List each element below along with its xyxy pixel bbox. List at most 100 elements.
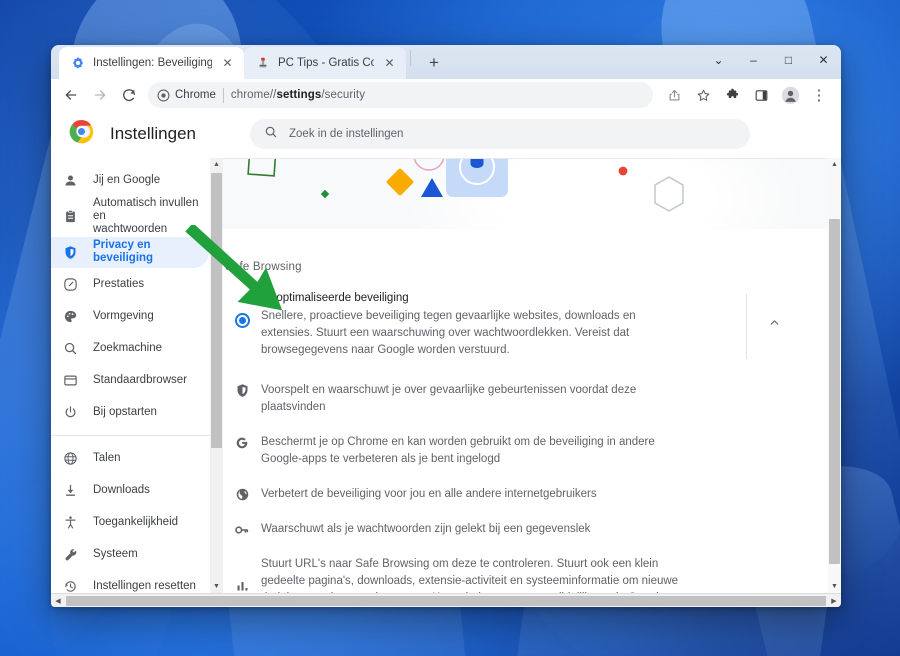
- illustration-green-diamond: [319, 187, 331, 205]
- globe-shield-icon: [223, 486, 261, 502]
- chrome-logo-icon: [69, 119, 94, 149]
- settings-body: Jij en Google Automatisch invullen en wa…: [51, 157, 841, 593]
- key-icon: [223, 521, 261, 538]
- speedometer-icon: [62, 277, 79, 292]
- side-panel-icon[interactable]: [747, 81, 775, 109]
- horizontal-scroll-track[interactable]: [65, 594, 827, 608]
- settings-sidebar: Jij en Google Automatisch invullen en wa…: [51, 157, 223, 593]
- scroll-down-arrow-icon[interactable]: ▼: [828, 580, 841, 593]
- browser-menu-icon[interactable]: ⋮: [805, 81, 833, 109]
- detail-row: Verbetert de beveiliging voor jou en all…: [223, 477, 802, 512]
- tab-strip: Instellingen: Beveiliging ✕ PC Tips - Gr…: [51, 45, 841, 80]
- settings-gear-icon: [71, 56, 85, 70]
- scroll-up-arrow-icon[interactable]: ▲: [210, 158, 223, 171]
- address-bar-url: chrome//settings/security: [231, 89, 365, 101]
- sidebar-scroll-thumb[interactable]: [211, 172, 222, 448]
- content-scroll-track[interactable]: [828, 171, 841, 580]
- tab-close-icon[interactable]: ✕: [220, 56, 235, 71]
- illustration-square-outline: [245, 158, 285, 190]
- sidebar-item-talen[interactable]: Talen: [51, 443, 209, 474]
- content-scroll-thumb[interactable]: [829, 218, 840, 564]
- safe-browsing-illustration: [223, 157, 828, 229]
- settings-search-input[interactable]: Zoek in de instellingen: [250, 119, 751, 150]
- back-button[interactable]: [57, 81, 85, 109]
- shield-icon: [62, 245, 79, 260]
- globe-icon: [62, 451, 79, 466]
- tab-close-icon[interactable]: ✕: [382, 56, 397, 71]
- profile-icon[interactable]: [776, 81, 804, 109]
- url-path-bold: settings: [276, 89, 322, 102]
- sidebar-item-label: Automatisch invullen en wachtwoorden: [93, 196, 199, 235]
- page-title: Instellingen: [110, 124, 197, 144]
- minimize-button[interactable]: –: [736, 45, 771, 75]
- sidebar-scrollbar[interactable]: ▲ ▼: [210, 157, 223, 593]
- sidebar-divider: [51, 434, 223, 436]
- option-title: Geoptimaliseerde beveiliging: [261, 291, 409, 304]
- forward-button[interactable]: [86, 81, 114, 109]
- address-bar[interactable]: Chrome chrome//settings/security: [148, 82, 653, 109]
- window-controls: ⌄ – □ ✕: [701, 45, 841, 79]
- chevron-up-icon[interactable]: [768, 316, 781, 332]
- sidebar-item-autofill[interactable]: Automatisch invullen en wachtwoorden: [51, 197, 209, 236]
- detail-text: Waarschuwt als je wachtwoorden zijn gele…: [261, 522, 591, 535]
- tab-pc-tips[interactable]: PC Tips - Gratis Computer Tips, ✕: [244, 47, 406, 80]
- sidebar-item-jij-en-google[interactable]: Jij en Google: [51, 165, 209, 196]
- scroll-down-arrow-icon[interactable]: ▼: [210, 580, 223, 593]
- tab-settings-beveiliging[interactable]: Instellingen: Beveiliging ✕: [59, 47, 244, 80]
- puzzle-icon[interactable]: [718, 81, 746, 109]
- url-path-rest: /security: [321, 89, 366, 102]
- illustration-yellow-diamond: [383, 165, 417, 204]
- detail-text: Stuurt URL's naar Safe Browsing om deze …: [261, 557, 679, 593]
- sidebar-item-label: Standaardbrowser: [93, 373, 187, 386]
- sidebar-item-prestaties[interactable]: Prestaties: [51, 269, 209, 300]
- bookmark-star-icon[interactable]: [689, 81, 717, 109]
- accessibility-icon: [62, 515, 79, 530]
- browser-window: Instellingen: Beveiliging ✕ PC Tips - Gr…: [51, 45, 841, 607]
- reload-button[interactable]: [115, 81, 143, 109]
- sidebar-item-bij-opstarten[interactable]: Bij opstarten: [51, 397, 209, 428]
- section-title-safe-browsing: Safe Browsing: [225, 260, 302, 273]
- bar-chart-icon: [223, 556, 261, 593]
- scroll-up-arrow-icon[interactable]: ▲: [828, 158, 841, 171]
- sidebar-item-label: Toegankelijkheid: [93, 515, 179, 528]
- sidebar-item-label: Jij en Google: [93, 173, 161, 186]
- search-icon: [264, 125, 278, 144]
- pctips-site-icon: [256, 56, 270, 70]
- palette-icon: [62, 309, 79, 324]
- detail-row: Waarschuwt als je wachtwoorden zijn gele…: [223, 512, 802, 547]
- enhanced-protection-radio[interactable]: [234, 312, 250, 328]
- collapse-column[interactable]: [746, 293, 802, 359]
- new-tab-button[interactable]: +: [421, 49, 447, 75]
- google-g-icon: [223, 434, 261, 451]
- chrome-chip-label: Chrome: [175, 89, 216, 102]
- illustration-gray-hexagon: [651, 175, 687, 218]
- horizontal-scroll-thumb[interactable]: [66, 595, 826, 606]
- tab-search-chevron-icon[interactable]: ⌄: [701, 45, 736, 75]
- settings-search-placeholder: Zoek in de instellingen: [289, 128, 404, 141]
- sidebar-item-label: Talen: [93, 451, 121, 464]
- enhanced-protection-option[interactable]: Geoptimaliseerde beveiliging Snellere, p…: [223, 273, 802, 359]
- safe-browsing-panel: Safe Browsing Geoptimaliseerde beveiligi…: [223, 229, 828, 593]
- chrome-icon: [157, 89, 170, 102]
- illustration-blue-triangle: [419, 175, 445, 204]
- scroll-left-arrow-icon[interactable]: ◀: [51, 594, 65, 608]
- detail-row: Stuurt URL's naar Safe Browsing om deze …: [223, 547, 802, 593]
- sidebar-scroll-track[interactable]: [210, 171, 223, 580]
- sidebar-item-systeem[interactable]: Systeem: [51, 539, 209, 570]
- sidebar-item-label: Vormgeving: [93, 309, 154, 322]
- maximize-button[interactable]: □: [771, 45, 806, 75]
- sidebar-item-instellingen-resetten[interactable]: Instellingen resetten: [51, 571, 209, 593]
- tab-title: Instellingen: Beveiliging: [93, 57, 212, 70]
- sidebar-item-zoekmachine[interactable]: Zoekmachine: [51, 333, 209, 364]
- content-scrollbar[interactable]: ▲ ▼: [828, 157, 841, 593]
- sidebar-item-toegankelijkheid[interactable]: Toegankelijkheid: [51, 507, 209, 538]
- sidebar-item-standaardbrowser[interactable]: Standaardbrowser: [51, 365, 209, 396]
- close-window-button[interactable]: ✕: [806, 45, 841, 75]
- sidebar-item-downloads[interactable]: Downloads: [51, 475, 209, 506]
- sidebar-item-privacy-en-beveiliging[interactable]: Privacy en beveiliging: [51, 236, 209, 268]
- history-restore-icon: [62, 579, 79, 593]
- share-icon[interactable]: [660, 81, 688, 109]
- scroll-right-arrow-icon[interactable]: ▶: [827, 594, 841, 608]
- sidebar-item-vormgeving[interactable]: Vormgeving: [51, 301, 209, 332]
- horizontal-scrollbar[interactable]: ◀ ▶: [51, 593, 841, 607]
